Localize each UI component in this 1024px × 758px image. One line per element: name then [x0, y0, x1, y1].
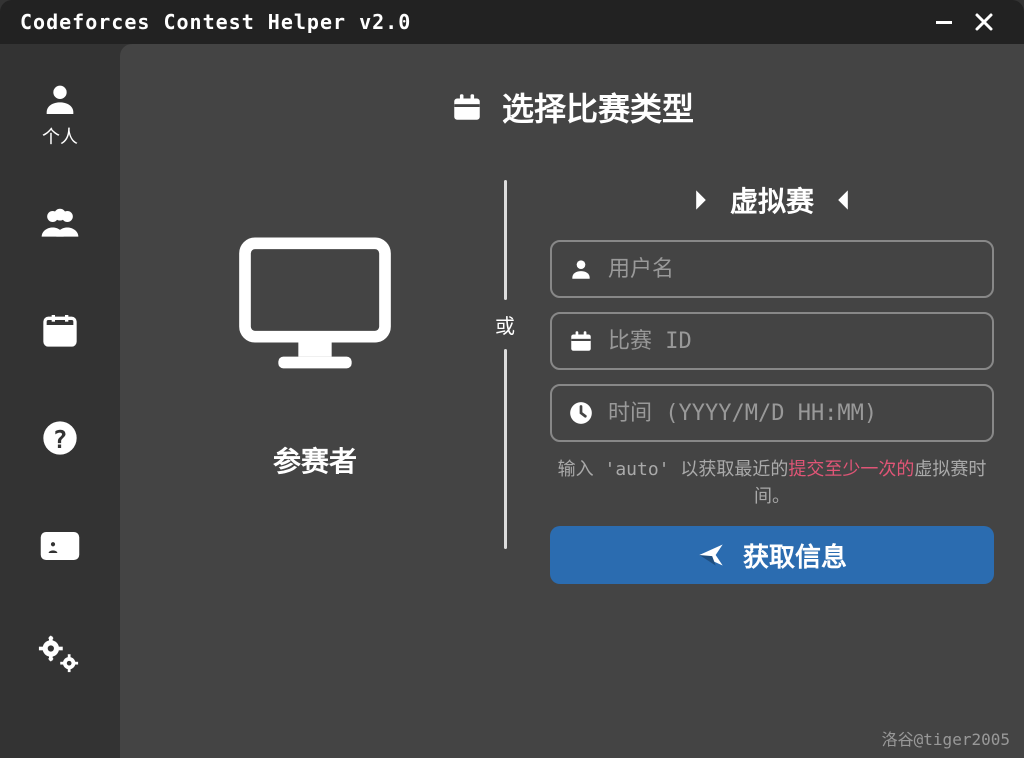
chevron-right-icon	[692, 188, 710, 212]
calendar-icon	[450, 90, 484, 124]
participant-option[interactable]: 参赛者	[150, 180, 480, 480]
username-input-box[interactable]	[550, 240, 994, 298]
contest-id-input-box[interactable]	[550, 312, 994, 370]
sidebar-item-profile[interactable]	[15, 496, 105, 596]
sidebar-item-calendar[interactable]	[15, 280, 105, 380]
divider: 或	[480, 180, 530, 549]
page-title: 选择比赛类型	[150, 84, 994, 130]
page-title-text: 选择比赛类型	[502, 84, 694, 130]
gears-icon	[38, 632, 82, 676]
app-title: Codeforces Contest Helper v2.0	[20, 10, 411, 34]
monitor-icon	[230, 230, 400, 380]
sidebar-item-settings[interactable]	[15, 604, 105, 704]
titlebar: Codeforces Contest Helper v2.0	[0, 0, 1024, 44]
sidebar-item-help[interactable]: ?	[15, 388, 105, 488]
time-input[interactable]	[608, 401, 976, 426]
close-icon	[974, 12, 994, 32]
minimize-icon	[934, 12, 954, 32]
sidebar-item-label: 个人	[42, 123, 78, 149]
username-input[interactable]	[608, 257, 976, 282]
chevron-left-icon	[834, 188, 852, 212]
participant-label: 参赛者	[273, 440, 357, 480]
close-button[interactable]	[964, 2, 1004, 42]
svg-text:?: ?	[52, 425, 67, 454]
user-icon	[40, 79, 80, 119]
content: 选择比赛类型 参赛者 或 虚拟赛	[120, 44, 1024, 758]
sidebar-item-personal[interactable]: 个人	[15, 64, 105, 164]
time-input-box[interactable]	[550, 384, 994, 442]
clock-icon	[568, 400, 594, 426]
minimize-button[interactable]	[924, 2, 964, 42]
time-hint: 输入 'auto' 以获取最近的提交至少一次的虚拟赛时间。	[550, 456, 994, 510]
calendar-icon	[40, 310, 80, 350]
fetch-button-label: 获取信息	[743, 537, 847, 574]
question-icon: ?	[40, 418, 80, 458]
calendar-icon	[568, 328, 594, 354]
or-label: 或	[495, 300, 515, 349]
id-card-icon	[39, 525, 81, 567]
user-icon	[568, 256, 594, 282]
virtual-contest-label: 虚拟赛	[730, 180, 814, 220]
contest-id-input[interactable]	[608, 329, 976, 354]
sidebar: 个人 ?	[0, 44, 120, 758]
divider-line-bottom	[504, 349, 507, 549]
fetch-button[interactable]: 获取信息	[550, 526, 994, 584]
sidebar-item-group[interactable]	[15, 172, 105, 272]
watermark: 洛谷@tiger2005	[882, 726, 1010, 750]
users-icon	[38, 200, 82, 244]
send-icon	[697, 541, 725, 569]
virtual-contest-selector[interactable]: 虚拟赛	[550, 180, 994, 220]
divider-line-top	[504, 180, 507, 300]
